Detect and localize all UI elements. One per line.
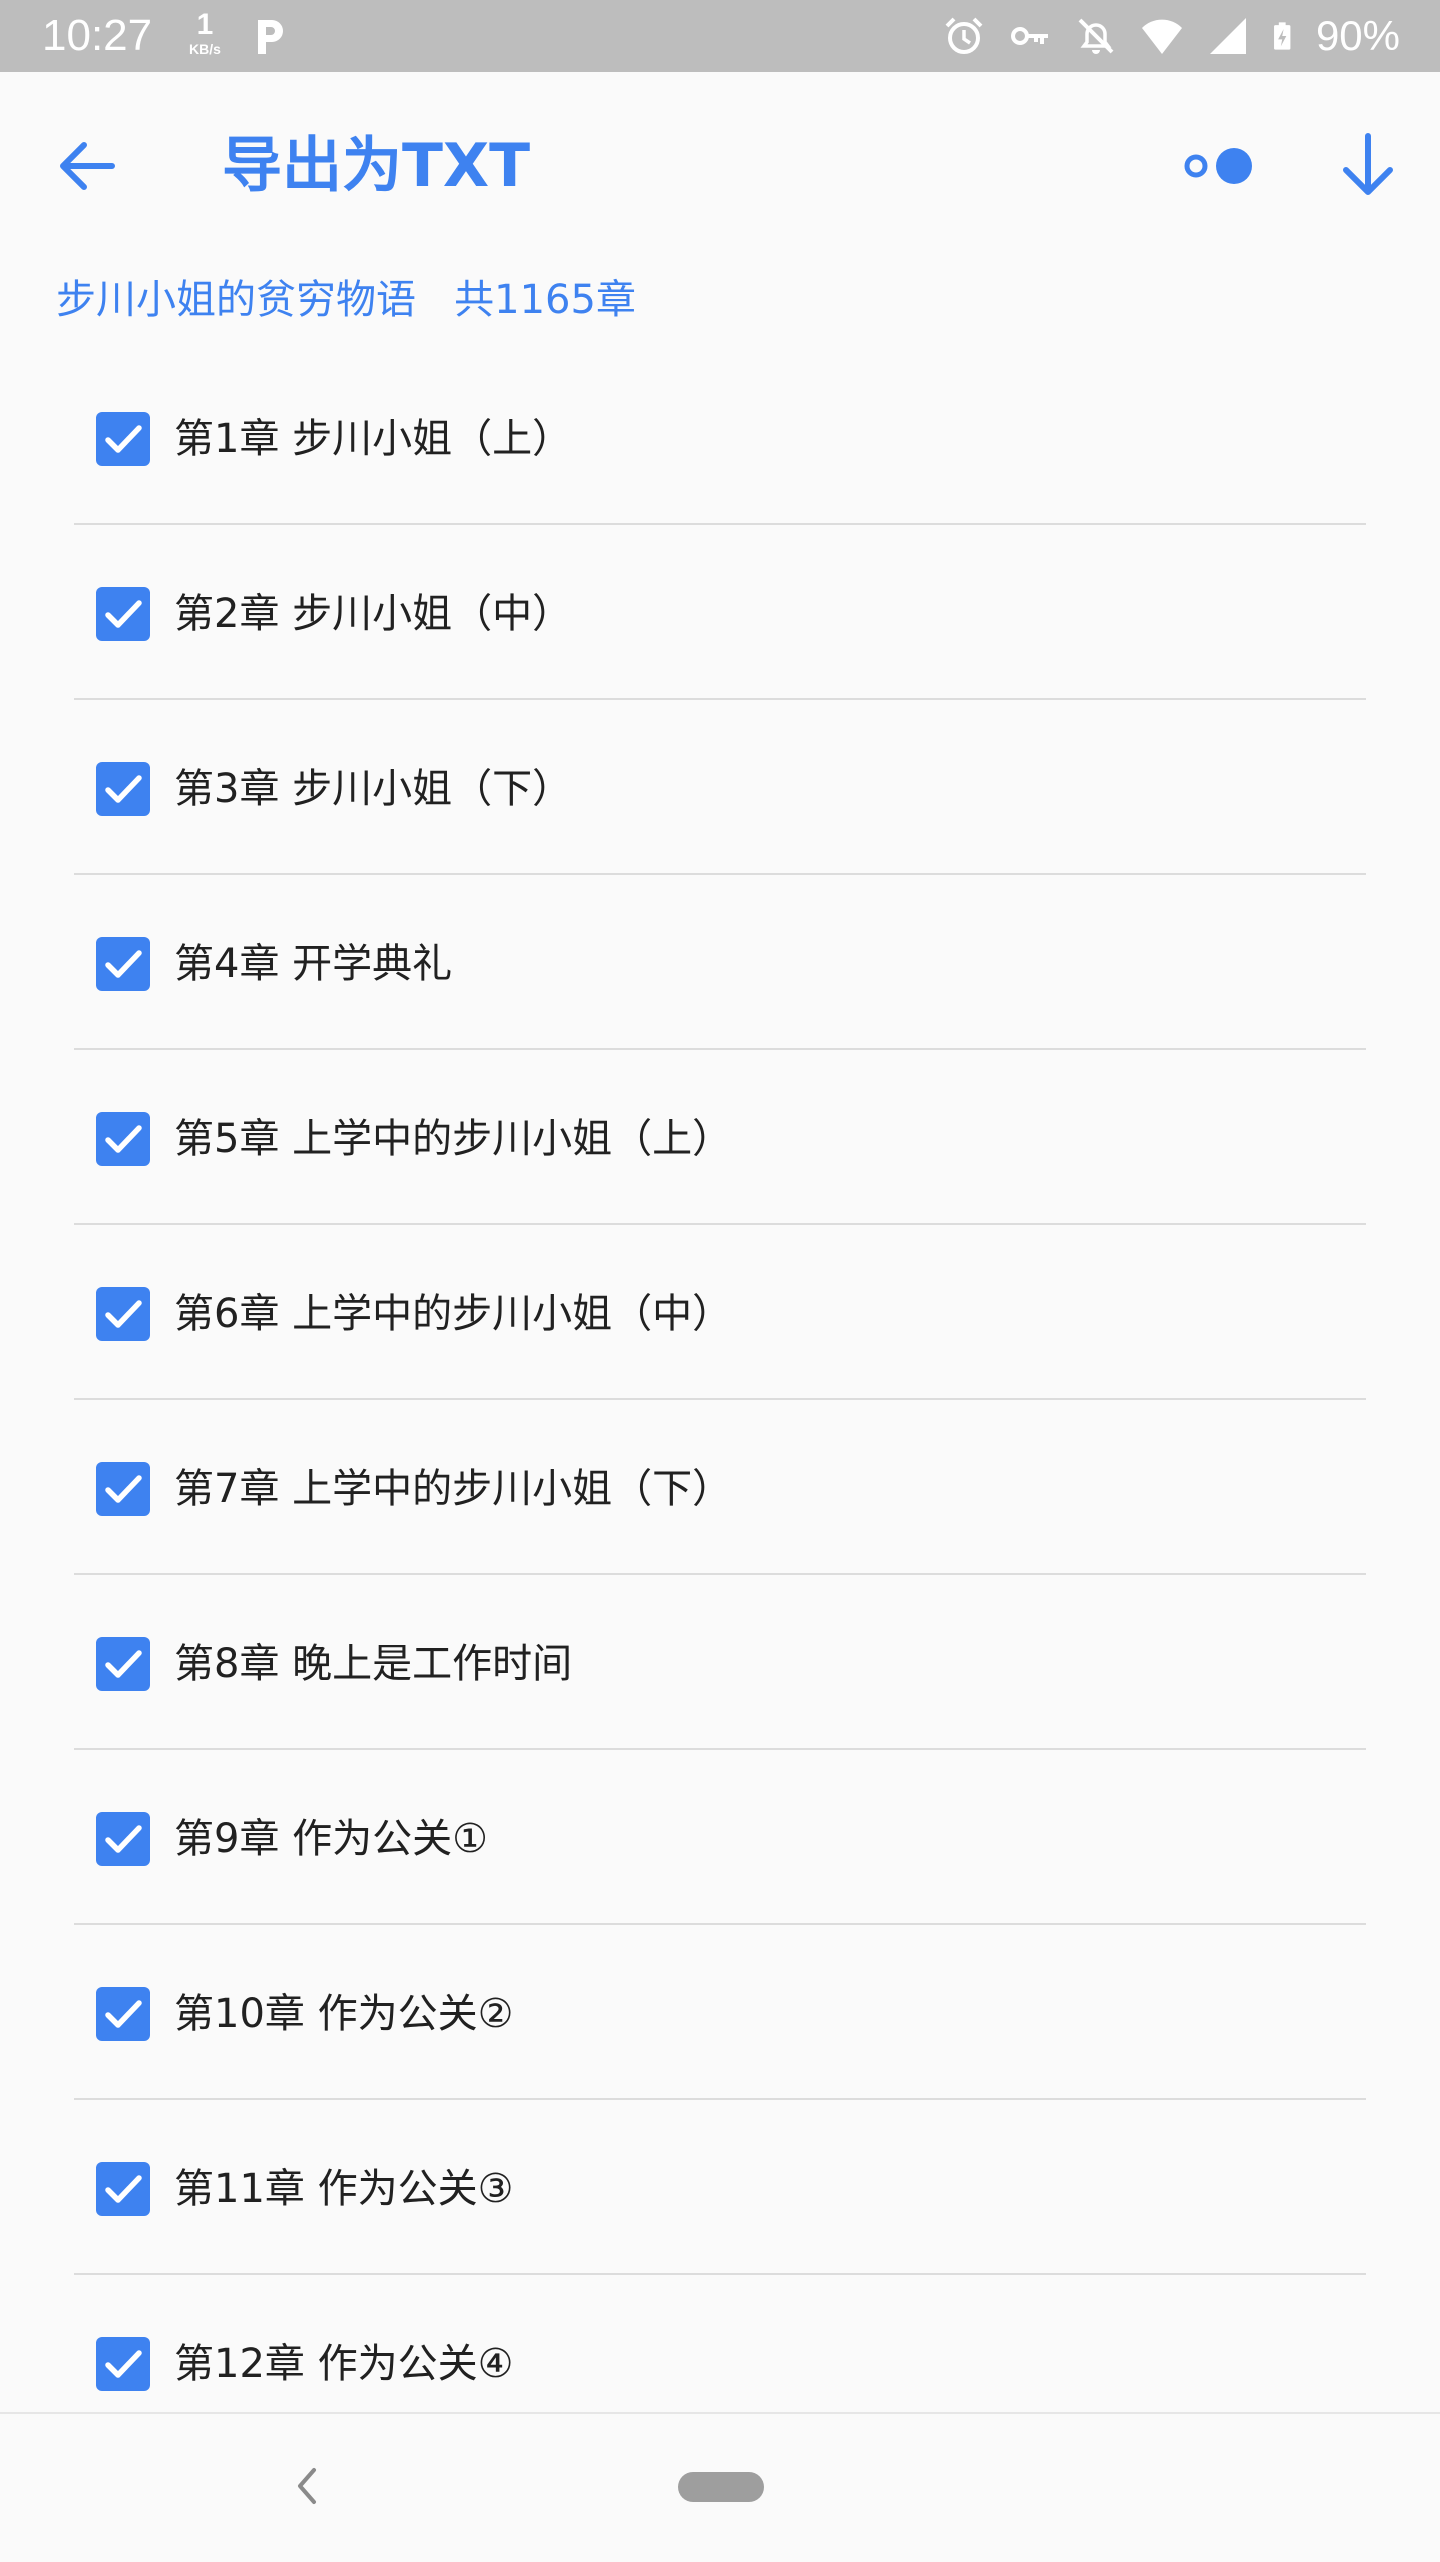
cell-signal-icon: [1209, 18, 1246, 54]
checkbox-checked[interactable]: [96, 412, 150, 466]
chapter-label: 第2章 步川小姐（中）: [174, 591, 573, 637]
checkbox-checked[interactable]: [96, 1287, 150, 1341]
wifi-icon: [1141, 19, 1182, 54]
list-item[interactable]: 第9章 作为公关①: [0, 1750, 1440, 1925]
list-item[interactable]: 第7章 上学中的步川小姐（下）: [0, 1400, 1440, 1575]
checkbox-checked[interactable]: [96, 937, 150, 991]
network-speed-value: 1: [196, 8, 214, 41]
page-title: 导出为TXT: [222, 131, 531, 201]
list-item[interactable]: 第5章 上学中的步川小姐（上）: [0, 1050, 1440, 1225]
list-item[interactable]: 第11章 作为公关③: [0, 2100, 1440, 2275]
checkbox-checked[interactable]: [96, 1987, 150, 2041]
list-item[interactable]: 第4章 开学典礼: [0, 875, 1440, 1050]
download-arrow-icon[interactable]: [1330, 128, 1406, 204]
check-icon: [105, 2350, 142, 2378]
checkbox-checked[interactable]: [96, 1112, 150, 1166]
check-icon: [105, 950, 142, 978]
list-item[interactable]: 第8章 晚上是工作时间: [0, 1575, 1440, 1750]
check-icon: [105, 425, 142, 453]
network-speed-unit: KB/s: [189, 41, 221, 57]
status-bar: 10:27 1 KB/s 90%: [0, 0, 1440, 72]
checkbox-checked[interactable]: [96, 587, 150, 641]
chapter-label: 第6章 上学中的步川小姐（中）: [174, 1291, 733, 1337]
battery-level: 90%: [1315, 12, 1400, 59]
parking-app-icon: [258, 20, 283, 54]
checkbox-checked[interactable]: [96, 2162, 150, 2216]
check-icon: [105, 600, 142, 628]
checkbox-checked[interactable]: [96, 2337, 150, 2391]
checkbox-checked[interactable]: [96, 762, 150, 816]
toolbar: 导出为TXT: [0, 72, 1440, 248]
chapter-label: 第1章 步川小姐（上）: [174, 416, 573, 462]
list-item[interactable]: 第1章 步川小姐（上）: [0, 350, 1440, 525]
check-icon: [105, 1650, 142, 1678]
navigation-bar: [0, 2412, 1440, 2562]
check-icon: [105, 2175, 142, 2203]
network-speed: 1 KB/s: [180, 10, 230, 58]
alarm-icon: [945, 17, 983, 54]
checkbox-checked[interactable]: [96, 1462, 150, 1516]
list-item[interactable]: 第10章 作为公关②: [0, 1925, 1440, 2100]
nav-back-icon[interactable]: [286, 2458, 326, 2514]
chapter-label: 第4章 开学典礼: [174, 941, 453, 987]
check-icon: [105, 1475, 142, 1503]
check-icon: [105, 1825, 142, 1853]
back-arrow-icon[interactable]: [50, 130, 122, 202]
home-pill-icon[interactable]: [678, 2472, 764, 2502]
chapter-list: 第1章 步川小姐（上） 第2章 步川小姐（中） 第3章 步川小姐（下） 第4章 …: [0, 350, 1440, 2450]
check-icon: [105, 1300, 142, 1328]
battery-charging-icon: [1273, 22, 1291, 50]
check-icon: [105, 2000, 142, 2028]
checkbox-checked[interactable]: [96, 1637, 150, 1691]
status-icons: 90%: [942, 10, 1400, 62]
chapter-label: 第9章 作为公关①: [174, 1816, 489, 1862]
chapter-label: 第12章 作为公关④: [174, 2341, 514, 2387]
toggle-icon[interactable]: [1178, 134, 1258, 198]
chapter-label: 第5章 上学中的步川小姐（上）: [174, 1116, 733, 1162]
chapter-label: 第11章 作为公关③: [174, 2166, 514, 2212]
chapter-label: 第8章 晚上是工作时间: [174, 1641, 573, 1687]
chapter-label: 第3章 步川小姐（下）: [174, 766, 573, 812]
notifications-off-icon: [1078, 18, 1114, 54]
chapter-label: 第7章 上学中的步川小姐（下）: [174, 1466, 733, 1512]
check-icon: [105, 1125, 142, 1153]
vpn-key-icon: [1010, 27, 1048, 45]
list-item[interactable]: 第6章 上学中的步川小姐（中）: [0, 1225, 1440, 1400]
checkbox-checked[interactable]: [96, 1812, 150, 1866]
status-time: 10:27: [42, 11, 153, 60]
list-item[interactable]: 第3章 步川小姐（下）: [0, 700, 1440, 875]
list-item[interactable]: 第2章 步川小姐（中）: [0, 525, 1440, 700]
check-icon: [105, 775, 142, 803]
book-summary: 步川小姐的贫穷物语 共1165章: [56, 277, 636, 323]
chapter-label: 第10章 作为公关②: [174, 1991, 514, 2037]
